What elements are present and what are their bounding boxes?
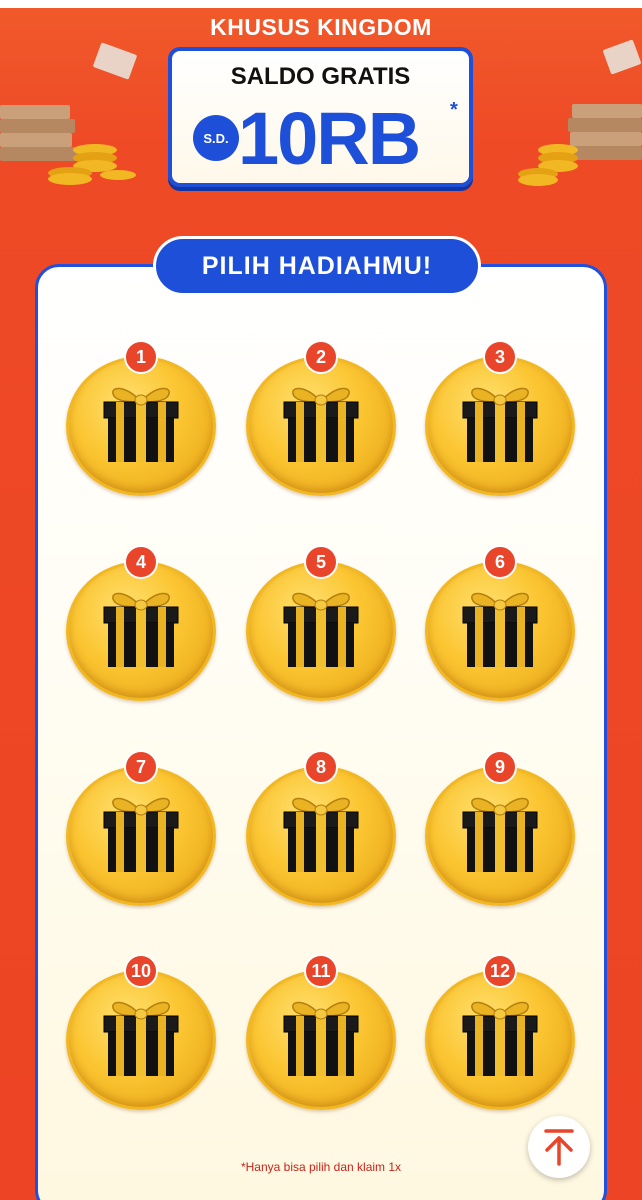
- gift-option-3[interactable]: 3: [425, 340, 575, 496]
- gift-number-badge: 6: [483, 545, 517, 579]
- gift-number-badge: 1: [124, 340, 158, 374]
- gift-number-badge: 9: [483, 750, 517, 784]
- gift-option-11[interactable]: 11: [246, 954, 396, 1110]
- top-strip: [0, 0, 642, 8]
- promo-title: SALDO GRATIS: [230, 63, 411, 90]
- gift-option-5[interactable]: 5: [246, 545, 396, 701]
- gift-option-7[interactable]: 7: [66, 750, 216, 906]
- gift-option-8[interactable]: 8: [246, 750, 396, 906]
- gift-number-badge: 4: [124, 545, 158, 579]
- promo-amount: 10RB: [238, 97, 421, 180]
- scroll-to-top-button[interactable]: [528, 1116, 590, 1178]
- promo-asterisk: *: [450, 99, 458, 121]
- coin-stack-left-icon: [0, 105, 136, 185]
- promo-page: KHUSUS KINGDOM SALDO GRATIS S.D. 10RB * …: [0, 0, 642, 1200]
- gift-option-6[interactable]: 6: [425, 545, 575, 701]
- gift-option-12[interactable]: 12: [425, 954, 575, 1110]
- banknote-left-icon: [93, 42, 137, 80]
- gift-option-2[interactable]: 2: [246, 340, 396, 496]
- section-title: PILIH HADIAHMU!: [153, 236, 481, 296]
- gift-number-badge: 2: [304, 340, 338, 374]
- gift-option-4[interactable]: 4: [66, 545, 216, 701]
- gift-number-badge: 3: [483, 340, 517, 374]
- gift-option-9[interactable]: 9: [425, 750, 575, 906]
- gift-number-badge: 12: [483, 954, 517, 988]
- gift-number-badge: 8: [304, 750, 338, 784]
- gift-number-badge: 11: [304, 954, 338, 988]
- promo-prefix-badge: S.D.: [193, 115, 239, 161]
- arrow-up-icon: [544, 1129, 574, 1166]
- gift-number-badge: 10: [124, 954, 158, 988]
- coin-stack-right-icon: [518, 104, 642, 186]
- gift-option-10[interactable]: 10: [66, 954, 216, 1110]
- promo-banner: SALDO GRATIS S.D. 10RB *: [168, 47, 473, 187]
- page-title: KHUSUS KINGDOM: [210, 14, 432, 40]
- gift-number-badge: 7: [124, 750, 158, 784]
- gift-number-badge: 5: [304, 545, 338, 579]
- banknote-right-icon: [603, 39, 641, 75]
- gift-option-1[interactable]: 1: [66, 340, 216, 496]
